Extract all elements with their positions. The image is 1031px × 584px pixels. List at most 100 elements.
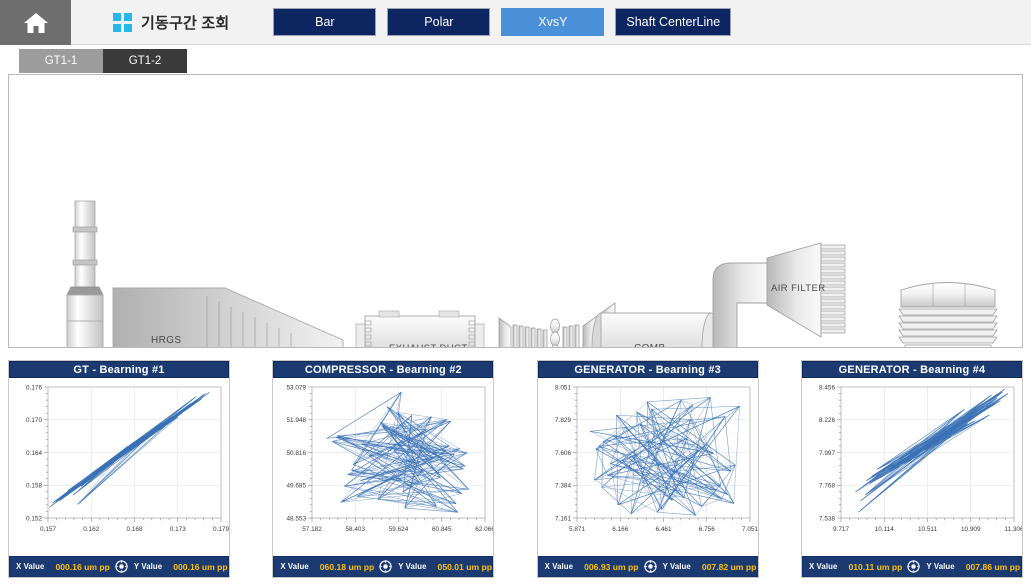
svg-text:0.179: 0.179 xyxy=(213,526,229,533)
target-icon xyxy=(643,560,657,573)
home-icon xyxy=(23,12,48,33)
svg-text:7.606: 7.606 xyxy=(555,450,571,457)
svg-text:0.158: 0.158 xyxy=(26,483,42,490)
plot-area[interactable]: 8.456 8.226 7.997 7.768 7.538 9.717 10.114 10.5… xyxy=(801,378,1022,556)
xy-plot[interactable]: 8.051 7.829 7.606 7.384 7.161 5.871 6.166 6.461… xyxy=(538,378,758,554)
plot-area[interactable]: 0.176 0.170 0.164 0.158 0.152 0.157 0.162 0.168… xyxy=(9,378,229,556)
x-value-label: X Value xyxy=(808,562,838,571)
label-exhaust-duct: EXHAUST DUCT xyxy=(389,343,468,347)
air-filter-shape: AIR FILTER xyxy=(766,242,846,338)
svg-text:9.717: 9.717 xyxy=(833,526,849,533)
chart-card-bearing-2: COMPRESSOR - Bearning #2 53.079 51.948 50.… xyxy=(272,360,495,578)
target-icon xyxy=(115,560,128,573)
combustor-shape: COMB xyxy=(591,312,721,347)
label-hrsg: HRGS xyxy=(151,335,182,346)
xy-plot[interactable]: 0.176 0.170 0.164 0.158 0.152 0.157 0.162 0.168… xyxy=(9,378,229,554)
svg-text:7.829: 7.829 xyxy=(555,417,571,424)
svg-text:0.162: 0.162 xyxy=(83,526,99,533)
svg-text:8.051: 8.051 xyxy=(555,384,571,391)
svg-text:10.511: 10.511 xyxy=(918,526,938,533)
y-value-readout: 000.16 um pp xyxy=(173,561,228,572)
chart-title: GENERATOR - Bearning #4 xyxy=(801,361,1022,378)
y-value-readout: 007.82 um pp xyxy=(701,561,757,572)
svg-text:49.685: 49.685 xyxy=(287,483,307,490)
grid-squares-icon xyxy=(113,12,132,32)
chart-status-bar: X Value 006.93 um pp Y Value 007.82 um p… xyxy=(537,556,758,577)
xy-plot[interactable]: 53.079 51.948 50.816 49.685 48.553 57.182 58.4… xyxy=(273,378,494,554)
x-value-label: X Value xyxy=(280,562,309,571)
svg-text:10.114: 10.114 xyxy=(875,526,895,533)
svg-text:0.152: 0.152 xyxy=(26,515,42,522)
x-value-readout: 000.16 um pp xyxy=(55,561,110,572)
svg-text:11.306: 11.306 xyxy=(1004,526,1022,533)
x-value-readout: 010.11 um pp xyxy=(848,561,903,572)
nav-button-xvsy[interactable]: XvsY xyxy=(501,8,605,36)
svg-text:8.456: 8.456 xyxy=(819,384,835,391)
unit-tabbar: GT1-1 GT1-2 xyxy=(0,45,1031,73)
target-icon-button[interactable] xyxy=(115,560,128,573)
tab-gt1-2[interactable]: GT1-2 xyxy=(103,49,187,73)
generator-shape: GENERATOR xyxy=(898,282,998,347)
y-value-readout: 050.01 um pp xyxy=(437,561,492,572)
chart-card-bearing-1: GT - Bearning #1 0.176 0.170 0.164 0.158 0.1… xyxy=(8,360,230,578)
svg-text:0.176: 0.176 xyxy=(26,384,42,391)
svg-text:0.173: 0.173 xyxy=(170,526,186,533)
target-icon-button[interactable] xyxy=(379,560,392,573)
chart-title: COMPRESSOR - Bearning #2 xyxy=(273,361,494,378)
stack-shape xyxy=(66,200,104,347)
target-icon xyxy=(907,560,921,573)
app-title-group: 기동구간 조회 xyxy=(113,0,229,44)
chart-title: GT - Bearning #1 xyxy=(9,361,229,378)
svg-text:59.624: 59.624 xyxy=(389,526,409,533)
svg-text:6.756: 6.756 xyxy=(698,526,714,533)
equipment-diagram-panel: HRGS EXHAUST DUCT xyxy=(8,74,1023,348)
svg-text:7.768: 7.768 xyxy=(819,483,835,490)
svg-text:7.538: 7.538 xyxy=(819,515,835,522)
target-icon-button[interactable] xyxy=(643,560,657,573)
svg-text:8.226: 8.226 xyxy=(819,417,835,424)
page-title: 기동구간 조회 xyxy=(141,14,230,32)
y-value-label: Y Value xyxy=(926,562,955,571)
tab-gt1-1[interactable]: GT1-1 xyxy=(19,49,103,73)
chart-row: GT - Bearning #1 0.176 0.170 0.164 0.158 0.1… xyxy=(8,360,1023,578)
plot-area[interactable]: 8.051 7.829 7.606 7.384 7.161 5.871 6.166 6.461… xyxy=(537,378,758,556)
svg-text:0.157: 0.157 xyxy=(40,526,56,533)
svg-text:58.403: 58.403 xyxy=(346,526,366,533)
x-value-readout: 006.93 um pp xyxy=(584,561,639,572)
svg-text:0.170: 0.170 xyxy=(26,417,42,424)
label-air-filter: AIR FILTER xyxy=(771,283,826,294)
equipment-diagram: HRGS EXHAUST DUCT xyxy=(66,200,998,347)
hrsg-shape: HRGS xyxy=(112,287,344,347)
svg-text:7.384: 7.384 xyxy=(555,483,571,490)
xy-plot[interactable]: 8.456 8.226 7.997 7.768 7.538 9.717 10.114 10.5… xyxy=(802,378,1022,554)
air-intake-duct-shape xyxy=(712,262,770,347)
svg-text:48.553: 48.553 xyxy=(287,515,307,522)
nav-button-bar[interactable]: Bar xyxy=(273,8,377,36)
plot-area[interactable]: 53.079 51.948 50.816 49.685 48.553 57.182 58.4… xyxy=(273,378,494,556)
chart-status-bar: X Value 000.16 um pp Y Value 000.16 um p… xyxy=(9,556,229,577)
target-icon xyxy=(379,560,392,573)
application-window: 기동구간 조회 Bar Polar XvsY Shaft CenterLine … xyxy=(0,0,1031,584)
svg-text:5.871: 5.871 xyxy=(569,526,585,533)
app-header: 기동구간 조회 Bar Polar XvsY Shaft CenterLine xyxy=(0,0,1031,45)
svg-text:57.182: 57.182 xyxy=(303,526,323,533)
svg-text:7.051: 7.051 xyxy=(742,526,758,533)
chart-card-bearing-4: GENERATOR - Bearning #4 8.456 8.226 7.997 7… xyxy=(800,360,1023,578)
svg-text:0.168: 0.168 xyxy=(127,526,143,533)
view-mode-buttons: Bar Polar XvsY Shaft CenterLine xyxy=(273,0,732,44)
target-icon-button[interactable] xyxy=(907,560,921,573)
nav-button-shaft-centerline[interactable]: Shaft CenterLine xyxy=(615,8,732,36)
y-value-label: Y Value xyxy=(133,562,163,571)
svg-text:0.164: 0.164 xyxy=(26,450,42,457)
svg-text:7.997: 7.997 xyxy=(819,450,835,457)
chart-status-bar: X Value 060.18 um pp Y Value 050.01 um p… xyxy=(273,556,494,577)
y-value-label: Y Value xyxy=(398,562,427,571)
label-combustor: COMB xyxy=(634,343,666,347)
nav-button-polar[interactable]: Polar xyxy=(387,8,491,36)
svg-text:10.909: 10.909 xyxy=(961,526,981,533)
svg-text:6.166: 6.166 xyxy=(612,526,628,533)
svg-text:50.816: 50.816 xyxy=(287,450,307,457)
chart-title: GENERATOR - Bearning #3 xyxy=(537,361,758,378)
svg-text:7.161: 7.161 xyxy=(555,515,571,522)
home-button[interactable] xyxy=(0,0,71,45)
